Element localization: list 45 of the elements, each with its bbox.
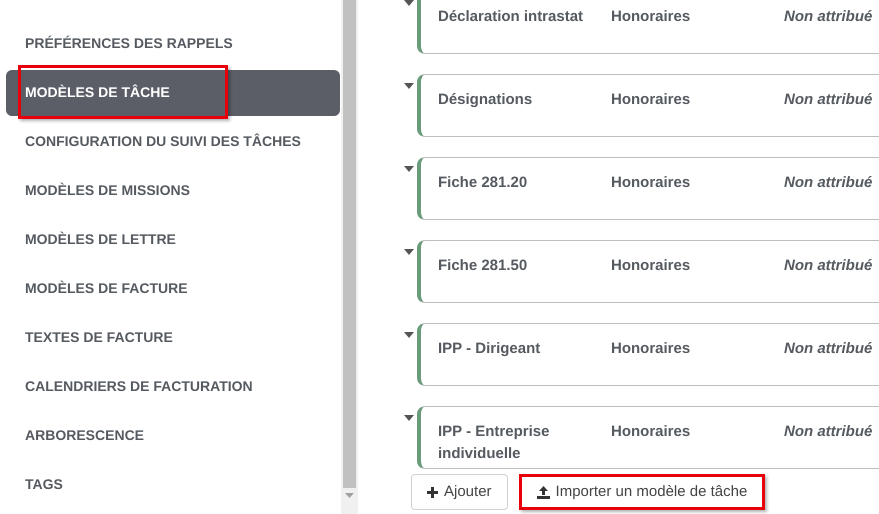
sidebar-item[interactable]: CALENDRIERS DE FACTURATION	[6, 364, 340, 410]
sidebar-item[interactable]: PRÉFÉRENCES DES RAPPELS	[6, 20, 340, 66]
caret-icon[interactable]	[404, 0, 414, 6]
task-type: Honoraires	[611, 7, 692, 27]
sidebar-item[interactable]: MODÈLES DE LETTRE	[6, 216, 340, 262]
task-card[interactable]: Désignations Honoraires Non attribué	[417, 74, 879, 137]
task-assignee: Non attribué	[784, 422, 872, 442]
import-button[interactable]: Importer un modèle de tâche	[518, 474, 766, 510]
task-type: Honoraires	[611, 422, 692, 442]
caret-icon[interactable]	[404, 332, 414, 338]
task-name: Désignations	[438, 90, 534, 110]
sidebar-item[interactable]: ARBORESCENCE	[6, 412, 340, 458]
task-type: Honoraires	[611, 256, 692, 276]
task-name: Déclaration intrastat	[438, 7, 584, 27]
sidebar-item[interactable]: MODÈLES DE MISSIONS	[6, 168, 340, 214]
task-card[interactable]: Fiche 281.50 Honoraires Non attribué	[417, 240, 879, 303]
caret-icon[interactable]	[404, 415, 414, 421]
sidebar-item[interactable]: CONFIGURATION DU SUIVI DES TÂCHES	[6, 118, 340, 164]
task-name: IPP - Dirigeant	[438, 339, 542, 359]
task-assignee: Non attribué	[784, 339, 872, 359]
caret-icon[interactable]	[404, 166, 414, 172]
sidebar-item[interactable]: TAGS	[6, 462, 340, 508]
task-assignee: Non attribué	[784, 7, 872, 27]
caret-icon[interactable]	[404, 83, 414, 89]
sidebar-item[interactable]: TEXTES DE FACTURE	[6, 314, 340, 360]
task-type: Honoraires	[611, 339, 692, 359]
task-name: IPP - Entreprise individuelle	[438, 422, 550, 464]
task-assignee: Non attribué	[784, 256, 872, 276]
task-name: Fiche 281.50	[438, 256, 528, 276]
plus-icon	[427, 486, 438, 498]
task-card[interactable]: Fiche 281.20 Honoraires Non attribué	[417, 157, 879, 220]
task-type: Honoraires	[611, 90, 692, 110]
task-card[interactable]: IPP - Entreprise individuelle Honoraires Non attribué	[417, 406, 879, 469]
task-assignee: Non attribué	[784, 173, 872, 193]
sidebar-item[interactable]: MODÈLES DE FACTURE	[6, 266, 340, 312]
task-name: Fiche 281.20	[438, 173, 528, 193]
scrollbar-thumb[interactable]	[343, 0, 356, 488]
scrollbar[interactable]	[341, 0, 358, 514]
add-button[interactable]: Ajouter	[411, 474, 508, 510]
caret-icon[interactable]	[404, 249, 414, 255]
task-card[interactable]: IPP - Dirigeant Honoraires Non attribué	[417, 323, 879, 386]
upload-icon	[536, 486, 550, 498]
task-assignee: Non attribué	[784, 90, 872, 110]
task-type: Honoraires	[611, 173, 692, 193]
task-card[interactable]: Déclaration intrastat Honoraires Non attribué	[417, 0, 879, 54]
